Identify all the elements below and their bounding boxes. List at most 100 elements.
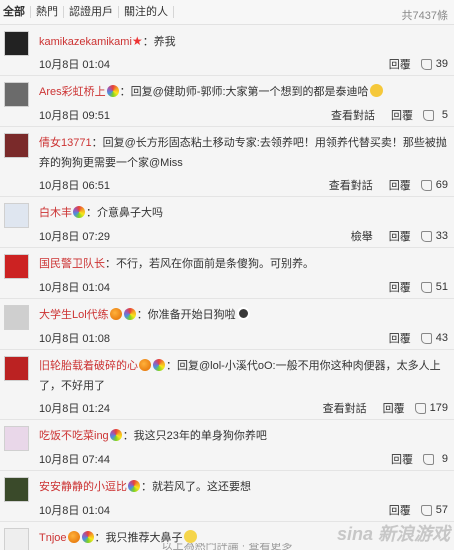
comment-body: 倩女13771：回复@长方形固态粘土移动专家:去领养吧！用领养代替买卖！那些被抛… — [39, 133, 448, 173]
comment-row: 大学生Lol代练 ：你准备开始日狗啦 10月8日 01:08 回覆 43 — [0, 299, 454, 350]
comment-date: 10月8日 01:04 — [39, 505, 110, 517]
vip-badge-icon — [67, 531, 80, 543]
like-count: 43 — [435, 332, 448, 344]
comment-row: 国民警卫队长：不行，若风在你面前是条傻狗。可别养。 10月8日 01:04 回覆 51 — [0, 248, 454, 299]
like-button[interactable]: 9 — [423, 453, 448, 465]
comment-row: 白木丰 ：介意鼻子大吗 10月8日 07:29 檢舉 回覆 33 — [0, 197, 454, 248]
rainbow-badge-icon — [81, 531, 94, 543]
comment-text: 白木丰 ：介意鼻子大吗 — [39, 203, 448, 223]
like-count: 5 — [441, 109, 448, 121]
comment-body: 大学生Lol代练 ：你准备开始日狗啦 — [39, 305, 448, 325]
avatar[interactable] — [4, 254, 29, 279]
like-count: 51 — [435, 281, 448, 293]
reply-button[interactable]: 回覆 — [389, 228, 411, 244]
reply-button[interactable]: 回覆 — [389, 177, 411, 193]
like-button[interactable]: 43 — [420, 332, 448, 344]
report-button[interactable]: 檢舉 — [351, 228, 373, 244]
comment-body: 旧轮胎载着破碎的心 ：回复@lol-小溪代oO:一般不用你这种肉便器，太多人上了，… — [39, 356, 448, 396]
comment-actions: 回覆 51 — [373, 279, 448, 295]
view-button[interactable]: 查看對話 — [331, 107, 375, 123]
comment-content: ：不行，若风在你面前是条傻狗。可别养。 — [105, 258, 314, 270]
like-count: 39 — [435, 58, 448, 70]
username-link[interactable]: Ares彩虹桥上 — [39, 86, 106, 98]
like-count: 33 — [435, 230, 448, 242]
avatar[interactable] — [4, 426, 29, 451]
username-link[interactable]: 旧轮胎载着破碎的心 — [39, 360, 138, 372]
reply-button[interactable]: 回覆 — [389, 56, 411, 72]
username-link[interactable]: 倩女13771 — [39, 137, 92, 149]
avatar[interactable] — [4, 477, 29, 502]
reply-button[interactable]: 回覆 — [389, 279, 411, 295]
avatar[interactable] — [4, 31, 29, 56]
comment-meta: 10月8日 01:04 回覆 51 — [39, 279, 448, 297]
reply-button[interactable]: 回覆 — [391, 451, 413, 467]
avatar[interactable] — [4, 133, 29, 158]
tab-hot[interactable]: 熱門 — [31, 6, 64, 18]
like-button[interactable]: 51 — [420, 281, 448, 293]
like-count: 179 — [429, 402, 448, 414]
laugh-emoji-icon — [369, 84, 383, 97]
reply-button[interactable]: 回覆 — [389, 502, 411, 518]
like-count: 69 — [435, 179, 448, 191]
thumbs-up-icon — [420, 179, 432, 191]
rainbow-badge-icon — [123, 308, 136, 320]
reply-button[interactable]: 回覆 — [383, 400, 405, 416]
comment-meta: 10月8日 06:51 查看對話 回覆 69 — [39, 177, 448, 195]
comment-actions: 回覆 57 — [373, 502, 448, 518]
watermark: sina 新浪游戏 — [336, 524, 450, 544]
like-button[interactable]: 69 — [420, 179, 448, 191]
reply-button[interactable]: 回覆 — [391, 107, 413, 123]
username-link[interactable]: kamikazekamikami — [39, 36, 132, 48]
filter-tabs: 全部 熱門 認證用戶 關注的人 共7437條 — [0, 0, 454, 25]
thumbs-up-icon — [423, 453, 434, 465]
like-button[interactable]: 39 — [420, 58, 448, 70]
thumbs-up-icon — [420, 58, 432, 70]
comment-row: kamikazekamikami★：养我 10月8日 01:04 回覆 39 — [0, 25, 454, 76]
comment-text: Ares彩虹桥上 ：回复@健助师-郭师:大家第一个想到的都是泰迪哈 — [39, 82, 448, 102]
thumbs-up-icon — [423, 109, 434, 121]
comment-content: ：回复@健助师-郭师:大家第一个想到的都是泰迪哈 — [119, 86, 369, 98]
like-button[interactable]: 57 — [420, 504, 448, 516]
comment-text: 大学生Lol代练 ：你准备开始日狗啦 — [39, 305, 448, 325]
comment-row: Ares彩虹桥上 ：回复@健助师-郭师:大家第一个想到的都是泰迪哈 10月8日 09… — [0, 76, 454, 127]
avatar[interactable] — [4, 305, 29, 330]
comment-content: ：回复@长方形固态粘土移动专家:去领养吧！用领养代替买卖！那些被抛弃的狗狗更需要… — [39, 137, 447, 169]
avatar[interactable] — [4, 82, 29, 107]
dog-emoji-icon — [236, 307, 250, 320]
like-button[interactable]: 5 — [423, 109, 448, 121]
comment-actions: 查看對話 回覆 179 — [307, 400, 448, 416]
thumbs-up-icon — [420, 504, 432, 516]
like-count: 57 — [435, 504, 448, 516]
vip-badge-icon — [109, 308, 122, 320]
comment-row: 倩女13771：回复@长方形固态粘土移动专家:去领养吧！用领养代替买卖！那些被抛… — [0, 127, 454, 197]
comment-meta: 10月8日 01:08 回覆 43 — [39, 330, 448, 348]
rainbow-badge-icon — [128, 480, 140, 492]
username-link[interactable]: 大学生Lol代练 — [39, 309, 109, 321]
avatar[interactable] — [4, 356, 29, 381]
thumbs-up-icon — [414, 402, 426, 414]
comment-actions: 檢舉 回覆 33 — [335, 228, 448, 244]
like-count: 9 — [441, 453, 448, 465]
comment-row: 安安静静的小逗比 ：就若风了。这还要想 10月8日 01:04 回覆 57 — [0, 471, 454, 522]
tab-verified[interactable]: 認證用戶 — [64, 6, 119, 18]
comment-body: 吃饭不吃菜ing ：我这只23年的单身狗你养吧 — [39, 426, 448, 446]
like-button[interactable]: 179 — [414, 402, 448, 414]
rainbow-badge-icon — [73, 206, 85, 218]
tab-all[interactable]: 全部 — [0, 6, 31, 18]
username-link[interactable]: 国民警卫队长 — [39, 258, 105, 270]
comment-date: 10月8日 06:51 — [39, 180, 110, 192]
view-button[interactable]: 查看對話 — [329, 177, 373, 193]
comment-meta: 10月8日 01:24 查看對話 回覆 179 — [39, 400, 448, 418]
reply-button[interactable]: 回覆 — [389, 330, 411, 346]
tab-following[interactable]: 關注的人 — [119, 6, 174, 18]
comment-text: 国民警卫队长：不行，若风在你面前是条傻狗。可别养。 — [39, 254, 448, 274]
comment-actions: 查看對話 回覆 69 — [313, 177, 448, 193]
avatar[interactable] — [4, 203, 29, 228]
view-button[interactable]: 查看對話 — [323, 400, 367, 416]
username-link[interactable]: 安安静静的小逗比 — [39, 481, 127, 493]
star-badge-icon: ★ — [131, 34, 143, 48]
vip-badge-icon — [139, 359, 151, 371]
username-link[interactable]: 吃饭不吃菜ing — [39, 430, 109, 442]
like-button[interactable]: 33 — [420, 230, 448, 242]
username-link[interactable]: 白木丰 — [39, 207, 72, 219]
